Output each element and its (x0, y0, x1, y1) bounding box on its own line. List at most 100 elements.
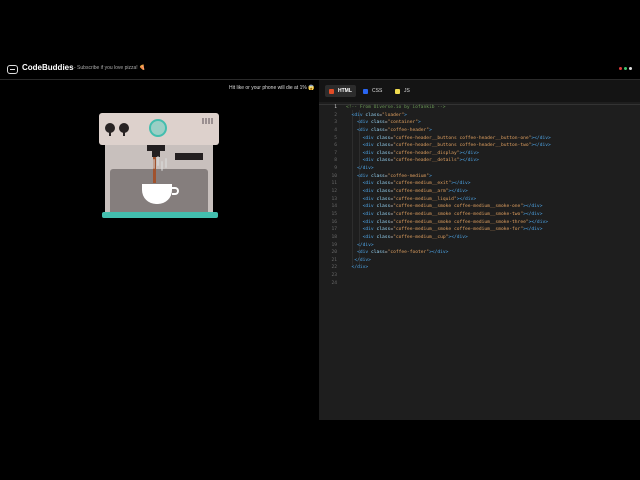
code-line[interactable]: 18 <div class="coffee-medium__cup"></div… (319, 234, 640, 242)
line-number: 10 (331, 173, 337, 179)
code-line[interactable]: 7 <div class="coffee-header__display"></… (319, 150, 640, 158)
logo-icon (7, 65, 18, 74)
code-text[interactable]: <div class="coffee-header"> (346, 127, 432, 135)
code-line[interactable]: 12 <div class="coffee-medium__arm"></div… (319, 188, 640, 196)
code-line[interactable]: 24 (319, 280, 640, 288)
code-line[interactable]: 5 <div class="coffee-header__buttons cof… (319, 135, 640, 143)
line-number: 6 (334, 143, 337, 149)
line-number: 3 (334, 120, 337, 126)
code-line[interactable]: 10 <div class="coffee-medium"> (319, 173, 640, 181)
code-text[interactable]: <!-- From Uiverse.io by iofankib --> (346, 104, 446, 112)
coffee-button-one (105, 123, 115, 136)
code-text[interactable]: <div class="coffee-medium"> (346, 173, 432, 181)
bottom-area (0, 420, 640, 480)
code-line[interactable]: 3 <div class="container"> (319, 119, 640, 127)
coffee-medium (105, 145, 213, 213)
code-text[interactable]: <div class="coffee-medium__smoke coffee-… (346, 203, 543, 211)
code-line[interactable]: 8 <div class="coffee-header__details"></… (319, 157, 640, 165)
code-line[interactable]: 1 <!-- From Uiverse.io by iofankib --> (319, 104, 640, 112)
editor-tabs: HTML CSS JS (319, 80, 640, 102)
code-text[interactable]: <div class="coffee-header__details"></di… (346, 157, 479, 165)
coffee-button-two (119, 123, 129, 136)
coffee-footer (102, 212, 218, 218)
line-number: 17 (331, 227, 337, 233)
line-number: 13 (331, 196, 337, 202)
dot-green-icon[interactable] (624, 67, 627, 70)
line-number: 23 (331, 273, 337, 279)
code-text[interactable]: <div class="coffee-medium__smoke coffee-… (346, 226, 543, 234)
dot-white-icon[interactable] (629, 67, 632, 70)
tab-html[interactable]: HTML (325, 85, 356, 97)
line-number: 21 (331, 257, 337, 263)
line-number: 16 (331, 219, 337, 225)
js-icon (395, 88, 400, 94)
code-text[interactable]: <div class="coffee-medium__arm"></div> (346, 188, 468, 196)
line-number: 4 (334, 127, 337, 133)
code-text[interactable]: <div class="coffee-medium__smoke coffee-… (346, 219, 548, 227)
code-line[interactable]: 2 <div class="loader"> (319, 112, 640, 120)
line-number: 12 (331, 189, 337, 195)
code-line[interactable]: 9 </div> (319, 165, 640, 173)
coffee-smoke-two (157, 156, 159, 166)
tab-label: CSS (372, 88, 383, 94)
coffee-details (202, 118, 214, 124)
tab-label: JS (404, 88, 410, 94)
code-line[interactable]: 15 <div class="coffee-medium__smoke coff… (319, 211, 640, 219)
tab-js[interactable]: JS (391, 85, 414, 97)
coffee-machine (98, 113, 220, 218)
tab-css[interactable]: CSS (359, 85, 386, 97)
coffee-header (99, 113, 219, 145)
dot-red-icon[interactable] (619, 67, 622, 70)
preview-note: Hit like or your phone will die at 1% 😱 (229, 85, 315, 91)
coffee-smoke-four (161, 161, 163, 171)
code-line[interactable]: 23 (319, 272, 640, 280)
line-number: 14 (331, 204, 337, 210)
code-line[interactable]: 17 <div class="coffee-medium__smoke coff… (319, 226, 640, 234)
code-line[interactable]: 14 <div class="coffee-medium__smoke coff… (319, 203, 640, 211)
top-bar: CodeBuddies - Subscribe if you love pizz… (0, 59, 640, 79)
code-editor[interactable]: HTML CSS JS 1 <!-- From Uiverse.io by iof… (319, 80, 640, 420)
code-text[interactable]: <div class="coffee-header__buttons coffe… (346, 135, 551, 143)
code-text[interactable]: </div> (346, 165, 374, 173)
coffee-exit (147, 145, 165, 157)
code-line[interactable]: 11 <div class="coffee-medium__exit"></di… (319, 180, 640, 188)
code-text[interactable]: <div class="loader"> (346, 112, 407, 120)
code-line[interactable]: 6 <div class="coffee-header__buttons cof… (319, 142, 640, 150)
code-line[interactable]: 13 <div class="coffee-medium__liquid"></… (319, 196, 640, 204)
code-text[interactable]: </div> (346, 264, 369, 272)
css-icon (363, 88, 368, 94)
code-text[interactable]: <div class="coffee-medium__liquid"></div… (346, 196, 476, 204)
code-text[interactable]: <div class="coffee-footer"></div> (346, 249, 448, 257)
line-number: 18 (331, 234, 337, 240)
coffee-smoke-one (153, 159, 155, 169)
code-text[interactable]: </div> (346, 242, 374, 250)
line-number: 24 (331, 280, 337, 286)
code-text[interactable]: <div class="coffee-medium__smoke coffee-… (346, 211, 543, 219)
line-number: 22 (331, 265, 337, 271)
app-title: CodeBuddies (22, 63, 74, 72)
code-text[interactable]: <div class="coffee-medium__cup"></div> (346, 234, 468, 242)
code-line[interactable]: 19 </div> (319, 242, 640, 250)
line-number: 5 (334, 135, 337, 141)
code-line[interactable]: 22 </div> (319, 264, 640, 272)
line-number: 2 (334, 112, 337, 118)
code-text[interactable]: <div class="coffee-header__buttons coffe… (346, 142, 551, 150)
line-number: 9 (334, 166, 337, 172)
code-line[interactable]: 4 <div class="coffee-header"> (319, 127, 640, 135)
line-number: 11 (331, 181, 337, 187)
code-line[interactable]: 16 <div class="coffee-medium__smoke coff… (319, 219, 640, 227)
code-text[interactable]: <div class="coffee-medium__exit"></div> (346, 180, 471, 188)
window-dots (619, 67, 632, 70)
line-number: 15 (331, 211, 337, 217)
code-area[interactable]: 1 <!-- From Uiverse.io by iofankib --> 2 <… (319, 104, 640, 287)
code-text[interactable]: <div class="container"> (346, 119, 421, 127)
line-number: 7 (334, 150, 337, 156)
html-icon (329, 88, 334, 94)
coffee-display (149, 119, 167, 137)
line-number: 20 (331, 250, 337, 256)
code-line[interactable]: 20 <div class="coffee-footer"></div> (319, 249, 640, 257)
code-text[interactable]: </div> (346, 257, 371, 265)
code-line[interactable]: 21 </div> (319, 257, 640, 265)
code-text[interactable]: <div class="coffee-header__display"></di… (346, 150, 479, 158)
coffee-smoke-three (165, 158, 167, 168)
